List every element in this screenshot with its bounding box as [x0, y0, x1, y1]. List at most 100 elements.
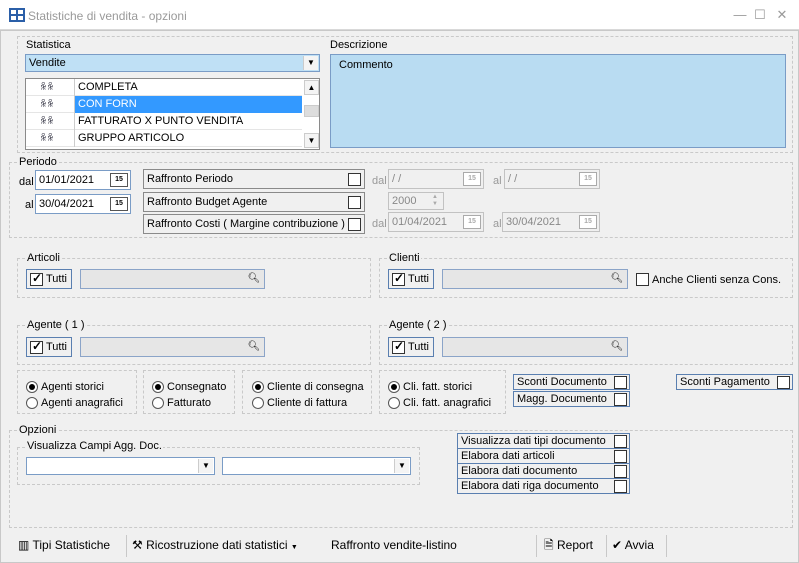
- articoli-search-field[interactable]: 🔍︎: [80, 269, 265, 289]
- radio-cliente-fattura[interactable]: [252, 397, 264, 409]
- spin-up-icon[interactable]: ▲: [428, 194, 442, 201]
- articoli-label: Articoli: [26, 252, 62, 264]
- calendar-icon[interactable]: 15: [463, 215, 481, 229]
- checkbox-checked[interactable]: [30, 271, 43, 286]
- checkbox[interactable]: [348, 173, 361, 186]
- checkbox[interactable]: [614, 376, 627, 389]
- search-icon[interactable]: 🔍︎: [610, 341, 624, 353]
- rc-al-date-input[interactable]: 30/04/2021 15: [502, 212, 600, 232]
- dal-label: dal: [19, 176, 34, 188]
- checkbox[interactable]: [614, 450, 627, 463]
- sconti-documento-checkbox[interactable]: Sconti Documento: [513, 374, 630, 390]
- calendar-icon[interactable]: 15: [579, 215, 597, 229]
- maximize-button[interactable]: ☐: [750, 6, 770, 24]
- minimize-button[interactable]: —: [730, 6, 750, 24]
- chevron-down-icon[interactable]: ▼: [303, 56, 318, 70]
- chevron-down-icon[interactable]: ▼: [394, 459, 409, 473]
- rc-dal-date-input[interactable]: 01/04/2021 15: [388, 212, 484, 232]
- radio-cli-fatt-anagrafici[interactable]: [388, 397, 400, 409]
- statistica-selected: Vendite: [29, 57, 66, 69]
- rc-al-label: al: [493, 218, 502, 230]
- checkbox[interactable]: [777, 376, 790, 389]
- agente1-search-field[interactable]: 🔍︎: [80, 337, 265, 357]
- calendar-icon[interactable]: 15: [110, 197, 128, 211]
- radio-consegnato[interactable]: [152, 381, 164, 393]
- checkbox-checked[interactable]: [30, 339, 43, 354]
- visualizza-tipi-checkbox[interactable]: Visualizza dati tipi documento: [457, 433, 630, 449]
- search-icon[interactable]: 🔍︎: [247, 273, 261, 285]
- agente2-search-field[interactable]: 🔍︎: [442, 337, 628, 357]
- spin-down-icon[interactable]: ▼: [428, 201, 442, 208]
- bottom-toolbar: ▥ Tipi Statistiche ⚒ Ricostruzione dati …: [8, 532, 791, 558]
- sconti-pagamento-checkbox[interactable]: Sconti Pagamento: [676, 374, 793, 390]
- radio-cliente-consegna[interactable]: [252, 381, 264, 393]
- report-icon: 🗎: [544, 538, 554, 552]
- elabora-articoli-checkbox[interactable]: Elabora dati articoli: [457, 448, 630, 464]
- anche-clienti-checkbox[interactable]: [636, 273, 649, 286]
- calendar-icon[interactable]: 15: [110, 173, 128, 187]
- close-button[interactable]: ✕: [772, 6, 792, 24]
- search-icon[interactable]: 🔍︎: [610, 273, 624, 285]
- statistica-list[interactable]: ꆜꆜ COMPLETA ꆜꆜ CON FORN ꆜꆜ FATTURATO X P…: [25, 78, 320, 150]
- descrizione-value: Commento: [339, 59, 393, 71]
- scroll-up-icon[interactable]: ▲: [304, 80, 319, 95]
- tipi-statistiche-button[interactable]: ▥ Tipi Statistiche: [18, 535, 110, 555]
- chevron-down-icon[interactable]: ▼: [198, 459, 213, 473]
- statistica-select[interactable]: Vendite ▼: [25, 54, 320, 72]
- checkbox-checked[interactable]: [392, 339, 405, 354]
- al-date-input[interactable]: 30/04/2021 15: [35, 194, 131, 214]
- checkbox[interactable]: [614, 393, 627, 406]
- raffronto-listino-button[interactable]: Raffronto vendite-listino: [331, 535, 457, 555]
- agente2-tutti-checkbox[interactable]: Tutti: [388, 337, 434, 357]
- separator: [606, 535, 607, 557]
- campi-agg-select-2[interactable]: ▼: [222, 457, 411, 475]
- radio-fatturato[interactable]: [152, 397, 164, 409]
- articoli-tutti-checkbox[interactable]: Tutti: [26, 269, 72, 289]
- budget-year-spinner[interactable]: 2000 ▲ ▼: [388, 192, 444, 210]
- people-icon: ꆜꆜ: [40, 82, 55, 92]
- elabora-documento-checkbox[interactable]: Elabora dati documento: [457, 463, 630, 479]
- list-item[interactable]: ꆜꆜ GRUPPO ARTICOLO: [26, 130, 302, 147]
- raffronto-budget-checkbox[interactable]: Raffronto Budget Agente: [143, 192, 365, 212]
- scroll-down-icon[interactable]: ▼: [304, 133, 319, 148]
- list-item[interactable]: ꆜꆜ COMPLETA: [26, 79, 302, 96]
- checkbox[interactable]: [348, 218, 361, 231]
- rp-dal-label: dal: [372, 175, 387, 187]
- clienti-search-field[interactable]: 🔍︎: [442, 269, 628, 289]
- raffronto-costi-checkbox[interactable]: Raffronto Costi ( Margine contribuzione …: [143, 214, 365, 234]
- checkbox[interactable]: [614, 480, 627, 493]
- radio-label: Cliente di consegna: [267, 381, 364, 393]
- dropdown-arrow-icon: ▼: [290, 544, 298, 551]
- calendar-icon[interactable]: 15: [463, 172, 481, 186]
- checkbox[interactable]: [614, 465, 627, 478]
- checkbox[interactable]: [348, 196, 361, 209]
- list-item[interactable]: ꆜꆜ FATTURATO X PUNTO VENDITA: [26, 113, 302, 130]
- anche-clienti-label: Anche Clienti senza Cons.: [652, 274, 782, 286]
- elabora-riga-checkbox[interactable]: Elabora dati riga documento: [457, 478, 630, 494]
- rp-al-label: al: [493, 175, 502, 187]
- descrizione-textarea[interactable]: Commento: [330, 54, 786, 148]
- raffronto-periodo-checkbox[interactable]: Raffronto Periodo: [143, 169, 365, 189]
- separator: [536, 535, 537, 557]
- ricostruzione-button[interactable]: ⚒ Ricostruzione dati statistici ▼: [132, 535, 298, 555]
- checkbox-checked[interactable]: [392, 271, 405, 286]
- rp-dal-date-input[interactable]: / / 15: [388, 169, 484, 189]
- report-button[interactable]: 🗎 Report: [544, 535, 593, 555]
- avvia-button[interactable]: ✔ Avvia: [612, 535, 654, 555]
- search-icon[interactable]: 🔍︎: [247, 341, 261, 353]
- magg-documento-checkbox[interactable]: Magg. Documento: [513, 391, 630, 407]
- agente1-tutti-checkbox[interactable]: Tutti: [26, 337, 72, 357]
- list-item-selected[interactable]: ꆜꆜ CON FORN: [26, 96, 302, 113]
- checkbox[interactable]: [614, 435, 627, 448]
- radio-agenti-anagrafici[interactable]: [26, 397, 38, 409]
- radio-cli-fatt-storici[interactable]: [388, 381, 400, 393]
- dal-date-input[interactable]: 01/01/2021 15: [35, 170, 131, 190]
- scrollbar-thumb[interactable]: [304, 105, 319, 117]
- calendar-icon[interactable]: 15: [579, 172, 597, 186]
- rp-al-date-input[interactable]: / / 15: [504, 169, 600, 189]
- app-icon: [9, 8, 25, 22]
- campi-agg-select-1[interactable]: ▼: [26, 457, 215, 475]
- clienti-tutti-checkbox[interactable]: Tutti: [388, 269, 434, 289]
- radio-agenti-storici[interactable]: [26, 381, 38, 393]
- agente2-label: Agente ( 2 ): [388, 319, 448, 331]
